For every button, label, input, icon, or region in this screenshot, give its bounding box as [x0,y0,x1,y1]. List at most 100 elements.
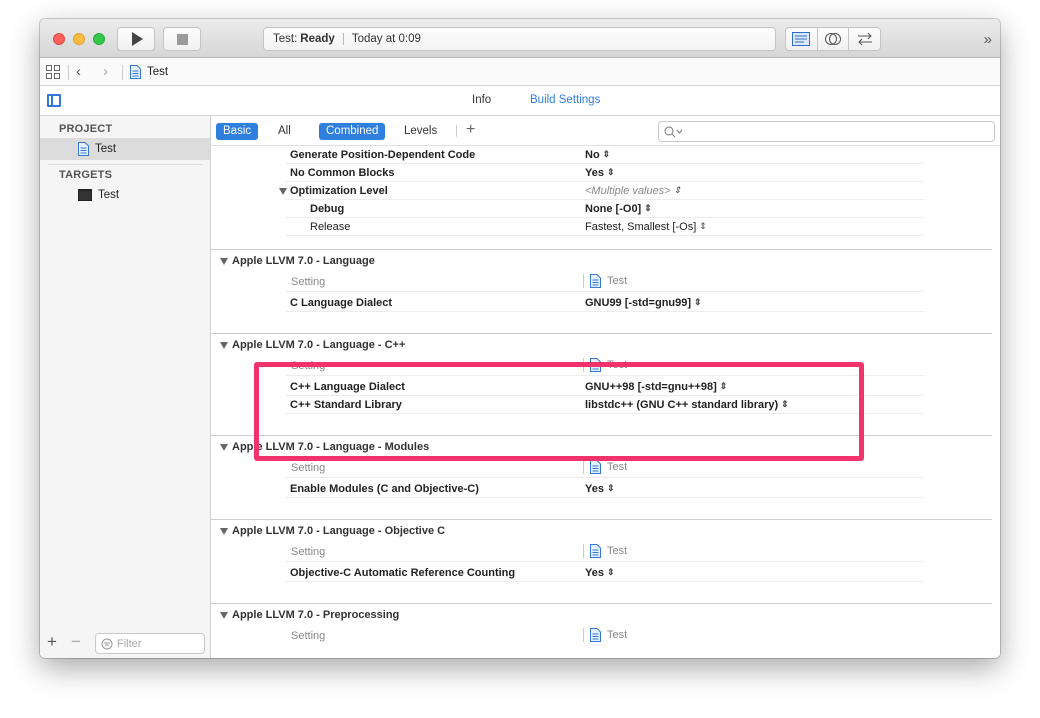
column-header: Setting Test [211,542,1000,562]
assistant-editor-icon [825,33,841,45]
breadcrumb[interactable]: Test [130,65,168,79]
zoom-window-button[interactable] [93,33,105,45]
setting-row[interactable]: Generate Position-Dependent Code No ⇕ [211,146,1000,164]
tab-build-settings[interactable]: Build Settings [530,94,600,106]
setting-row[interactable]: C Language Dialect GNU99 [-std=gnu99] ⇕ [211,294,1000,312]
filter-combined-button[interactable]: Combined [319,123,386,140]
section-header[interactable]: Apple LLVM 7.0 - Language [220,252,375,270]
column-target: Test [583,274,627,288]
close-window-button[interactable] [53,33,65,45]
status-state: Ready [300,33,335,45]
stop-icon [176,33,188,45]
column-header: Setting Test [211,272,1000,292]
setting-value[interactable]: libstdc++ (GNU C++ standard library) ⇕ [585,399,789,411]
stepper-icon: ⇕ [719,381,728,391]
filter-basic-button[interactable]: Basic [216,123,259,140]
section-header[interactable]: Apple LLVM 7.0 - Language - Modules [220,438,429,456]
setting-value[interactable]: <Multiple values> ⇕ [585,185,681,197]
sidebar-item-label: Test [98,189,120,201]
targets-header: TARGETS [59,169,113,181]
setting-name: C Language Dialect [290,297,393,309]
setting-value[interactable]: Yes ⇕ [585,167,615,179]
version-editor-icon [857,32,872,46]
section-header[interactable]: Apple LLVM 7.0 - Language - C++ [220,336,405,354]
column-target: Test [583,544,627,558]
section-title: Apple LLVM 7.0 - Language - Objective C [232,525,446,537]
project-file-icon [590,274,601,288]
add-build-setting-icon[interactable]: + [466,121,475,139]
stepper-icon: ⇕ [606,167,615,177]
disclosure-triangle-icon[interactable] [220,611,228,619]
disclosure-triangle-icon[interactable] [220,341,228,349]
related-items-icon[interactable] [46,65,60,79]
tab-info[interactable]: Info [472,94,491,106]
project-target-list: PROJECT Test TARGETS Test + − Filter [40,116,211,658]
add-target-icon[interactable]: + [47,632,57,652]
column-header: Setting Test [211,356,1000,376]
column-setting-label: Setting [291,276,326,288]
sidebar-toggle-icon[interactable] [47,94,61,107]
setting-row[interactable]: C++ Standard Library libstdc++ (GNU C++ … [211,396,1000,414]
terminal-app-icon [78,189,92,201]
setting-row[interactable]: Optimization Level <Multiple values> ⇕ [211,182,1000,200]
back-arrow-icon[interactable]: ‹ [76,63,81,80]
column-header: Setting Test [211,626,1000,646]
stepper-icon: ⇕ [694,297,702,307]
breadcrumb-label: Test [147,66,169,78]
status-time: Today at 0:09 [351,33,421,45]
remove-target-icon[interactable]: − [71,632,81,652]
setting-row[interactable]: Release Fastest, Smallest [-Os] ⇕ [211,218,1000,236]
toolbar-overflow-icon[interactable]: » [984,31,992,48]
build-settings-pane: Basic All Combined Levels + Generate Pos… [211,116,1000,658]
assistant-editor-button[interactable] [818,28,850,50]
stop-button[interactable] [163,27,201,51]
disclosure-triangle-icon[interactable] [220,257,228,265]
section-header[interactable]: Apple LLVM 7.0 - Preprocessing [220,606,399,624]
column-setting-label: Setting [291,360,326,372]
disclosure-triangle-icon[interactable] [220,443,228,451]
stepper-icon: ⇕ [644,203,652,213]
toolbar: Test: Ready Today at 0:09 » [40,19,1000,58]
column-target: Test [583,358,627,372]
setting-value[interactable]: GNU99 [-std=gnu99] ⇕ [585,297,702,309]
setting-value[interactable]: No ⇕ [585,149,610,161]
setting-row[interactable]: Enable Modules (C and Objective-C) Yes ⇕ [211,480,1000,498]
disclosure-triangle-icon[interactable] [279,187,287,195]
setting-name: C++ Standard Library [290,399,402,411]
setting-row[interactable]: No Common Blocks Yes ⇕ [211,164,1000,182]
sidebar-item-project[interactable]: Test [40,138,210,160]
stepper-icon: ⇕ [673,185,682,195]
section-header[interactable]: Apple LLVM 7.0 - Language - Objective C [220,522,445,540]
run-button[interactable] [117,27,155,51]
filter-field[interactable]: Filter [95,633,205,654]
filter-placeholder: Filter [117,637,142,650]
setting-row[interactable]: C++ Language Dialect GNU++98 [-std=gnu++… [211,378,1000,396]
sidebar-item-label: Test [95,143,117,155]
minimize-window-button[interactable] [73,33,85,45]
column-setting-label: Setting [291,546,326,558]
sidebar-item-target[interactable]: Test [40,184,210,206]
project-file-icon [590,544,601,558]
setting-row[interactable]: Debug None [-O0] ⇕ [211,200,1000,218]
setting-value[interactable]: None [-O0] ⇕ [585,203,652,215]
forward-arrow-icon[interactable]: › [103,63,108,80]
search-input[interactable] [658,121,995,142]
setting-name: Release [310,221,351,233]
filter-all-button[interactable]: All [271,123,298,140]
disclosure-triangle-icon[interactable] [220,527,228,535]
standard-editor-button[interactable] [786,28,818,50]
editor-tab-row: Info Build Settings [40,86,1000,116]
filter-icon [101,638,113,649]
project-file-icon [590,628,601,642]
section-title: Apple LLVM 7.0 - Language [232,255,375,267]
version-editor-button[interactable] [849,28,880,50]
setting-value[interactable]: Yes ⇕ [585,483,615,495]
setting-value[interactable]: Fastest, Smallest [-Os] ⇕ [585,221,707,233]
filter-levels-button[interactable]: Levels [397,123,444,140]
setting-name: Optimization Level [279,185,388,197]
setting-value[interactable]: Yes ⇕ [585,567,615,579]
setting-name: No Common Blocks [290,167,395,179]
setting-row[interactable]: Objective-C Automatic Reference Counting… [211,564,1000,582]
setting-value[interactable]: GNU++98 [-std=gnu++98] ⇕ [585,381,727,393]
setting-name: Generate Position-Dependent Code [290,149,476,161]
